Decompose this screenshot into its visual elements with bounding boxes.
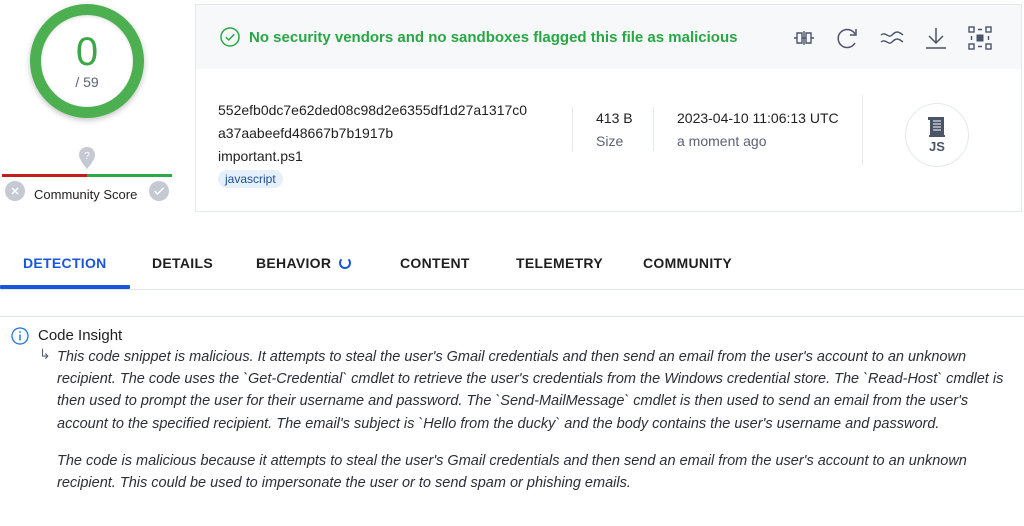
file-type-text: JS	[929, 139, 945, 154]
tab-detection[interactable]: DETECTION	[23, 255, 107, 271]
graph-icon	[968, 26, 992, 50]
tab-content[interactable]: CONTENT	[400, 255, 470, 271]
refresh-icon	[837, 28, 857, 49]
code-insight-paragraph: The code is malicious because it attempt…	[57, 452, 967, 492]
analysis-date: 2023-04-10 11:06:13 UTC	[677, 110, 839, 126]
code-insight-title: Code Insight	[38, 327, 123, 344]
community-score-label: Community Score	[34, 187, 138, 202]
code-insight-body: This code snippet is malicious. It attem…	[57, 346, 1007, 494]
status-text: No security vendors and no sandboxes fla…	[249, 28, 738, 46]
community-score-bar	[2, 174, 172, 177]
compare-button[interactable]	[789, 23, 819, 53]
vote-harmless-button[interactable]	[149, 181, 169, 201]
active-tab-indicator	[0, 285, 130, 289]
positive-votes-bar	[87, 174, 172, 177]
loading-spinner-icon	[339, 257, 352, 269]
tab-details[interactable]: DETAILS	[152, 255, 213, 271]
vote-harmful-button[interactable]	[5, 181, 25, 201]
file-summary-panel: No security vendors and no sandboxes fla…	[195, 4, 1022, 212]
section-divider	[0, 316, 1024, 317]
reanalyze-button[interactable]	[833, 23, 863, 53]
detection-count: 0	[75, 30, 99, 74]
file-hash[interactable]: 552efb0dc7e62ded08c98d2e6355df1d27a1317c…	[218, 99, 558, 145]
file-tag[interactable]: javascript	[218, 170, 283, 188]
tab-community[interactable]: COMMUNITY	[643, 255, 732, 271]
negative-votes-bar	[2, 174, 87, 177]
close-icon	[11, 187, 19, 195]
divider	[862, 95, 863, 165]
report-tabs: DETECTION DETAILS BEHAVIOR CONTENT TELEM…	[0, 240, 1024, 290]
detection-score: 0 / 59 ? Community Score	[0, 0, 180, 210]
download-button[interactable]	[921, 23, 951, 53]
check-icon	[153, 187, 165, 196]
file-size-value: 413 B	[596, 110, 633, 126]
divider	[572, 107, 573, 151]
similar-button[interactable]	[877, 23, 907, 53]
tab-behavior[interactable]: BEHAVIOR	[256, 255, 352, 271]
info-icon	[11, 327, 29, 345]
question-pin-icon: ?	[79, 147, 95, 169]
file-type-badge: JS	[905, 103, 969, 167]
file-hash-line-2: a37aabeefd48667b7b1917b	[218, 125, 394, 141]
score-gauge: 0 / 59	[30, 4, 144, 118]
compare-icon	[794, 31, 814, 45]
check-circle-icon	[220, 27, 240, 47]
tab-telemetry[interactable]: TELEMETRY	[516, 255, 603, 271]
graph-button[interactable]	[965, 23, 995, 53]
analysis-date-relative: a moment ago	[677, 133, 767, 149]
file-size-label: Size	[596, 133, 624, 149]
file-name: important.ps1	[218, 148, 303, 164]
code-insight-paragraph: This code snippet is malicious. It attem…	[57, 349, 1004, 432]
tab-behavior-label: BEHAVIOR	[256, 255, 332, 271]
vendor-total: / 59	[75, 74, 99, 90]
file-hash-line-1: 552efb0dc7e62ded08c98d2e6355df1d27a1317c…	[218, 102, 528, 118]
divider	[653, 107, 654, 151]
similar-icon	[880, 31, 904, 44]
svg-text:?: ?	[84, 151, 90, 162]
toolbar	[789, 23, 995, 53]
reply-arrow-icon: ↳	[39, 346, 51, 362]
download-icon	[926, 28, 946, 49]
js-file-icon: JS	[928, 117, 945, 154]
